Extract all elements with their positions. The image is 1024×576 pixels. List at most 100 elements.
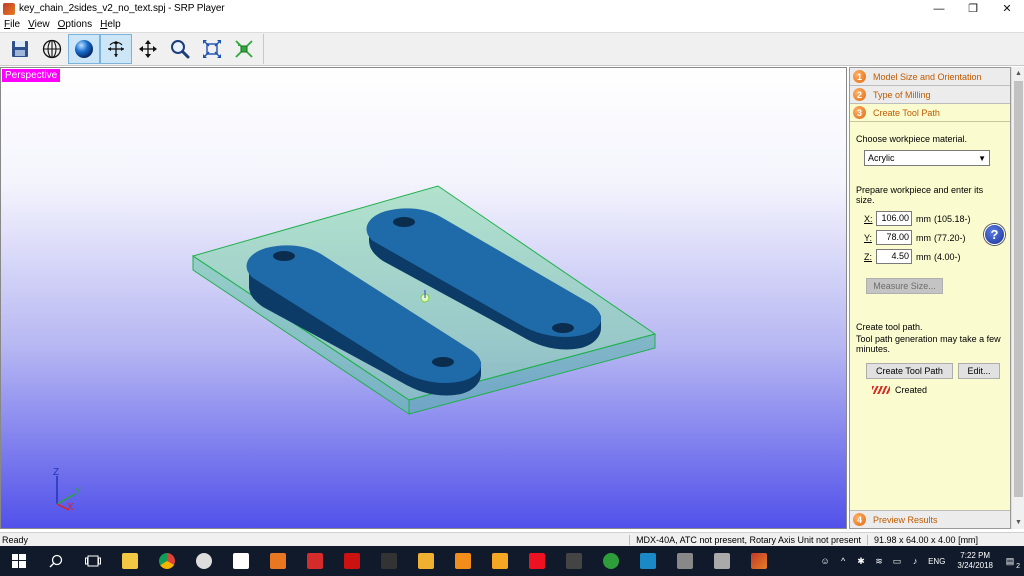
menu-file[interactable]: File bbox=[4, 19, 20, 30]
keychain-hole bbox=[273, 251, 295, 261]
minimize-button[interactable]: — bbox=[922, 0, 956, 17]
measure-size-button[interactable]: Measure Size... bbox=[866, 278, 943, 294]
dim-ref-y: (77.20-) bbox=[934, 232, 966, 243]
taskbar-app-12[interactable] bbox=[592, 546, 629, 576]
material-select[interactable]: Acrylic ▼ bbox=[864, 150, 990, 166]
folder-icon bbox=[121, 553, 138, 569]
wireframe-globe-icon bbox=[42, 39, 62, 59]
taskbar-app-1[interactable] bbox=[185, 546, 222, 576]
dim-row-z: Z: 4.50 mm (4.00-) bbox=[864, 247, 1004, 266]
start-button[interactable] bbox=[0, 546, 37, 576]
step-model-size[interactable]: 1 Model Size and Orientation bbox=[850, 68, 1010, 86]
chevron-up-icon[interactable]: ^ bbox=[837, 555, 849, 567]
help-button[interactable]: ? bbox=[984, 224, 1005, 245]
task-view-button[interactable] bbox=[74, 546, 111, 576]
volume-icon[interactable]: ♪ bbox=[909, 555, 921, 567]
step-create-tool-path[interactable]: 3 Create Tool Path bbox=[850, 104, 1010, 122]
taskbar-app-srp[interactable] bbox=[740, 546, 777, 576]
app-icon bbox=[380, 553, 397, 569]
restore-button[interactable]: ❐ bbox=[956, 0, 990, 17]
dimension-fields: X: 106.00 mm (105.18-) Y: 78.00 mm (77.2… bbox=[856, 209, 1004, 266]
taskbar-search[interactable] bbox=[37, 546, 74, 576]
step-content: Choose workpiece material. Acrylic ▼ Pre… bbox=[850, 134, 1010, 395]
toolpath-status-text: Created bbox=[895, 385, 928, 395]
taskbar-app-13[interactable] bbox=[629, 546, 666, 576]
panel-scrollbar[interactable]: ▲ ▼ bbox=[1011, 67, 1024, 529]
dim-input-x[interactable]: 106.00 bbox=[876, 211, 912, 226]
taskbar-app-2[interactable] bbox=[222, 546, 259, 576]
task-view-icon bbox=[84, 555, 101, 567]
pan-button[interactable] bbox=[132, 34, 164, 64]
status-bar: Ready MDX-40A, ATC not present, Rotary A… bbox=[0, 532, 1024, 546]
chevron-down-icon: ▼ bbox=[978, 153, 986, 163]
network-icon[interactable]: ≋ bbox=[873, 555, 885, 567]
toolpath-note: Tool path generation may take a few minu… bbox=[856, 334, 1001, 354]
app-icon bbox=[417, 553, 434, 569]
taskbar-app-6[interactable] bbox=[370, 546, 407, 576]
toolpath-actions: Create Tool Path Edit... bbox=[866, 363, 1004, 379]
keychain-hole bbox=[432, 357, 454, 367]
3d-viewport[interactable]: Perspective Z Y X bbox=[0, 67, 847, 529]
taskbar: ☺ ^ ✱ ≋ ▭ ♪ ENG 7:22 PM 3/24/2018 ▤ 2 bbox=[0, 546, 1024, 576]
title-bar: key_chain_2sides_v2_no_text.spj - SRP Pl… bbox=[0, 0, 1024, 17]
material-prompt: Choose workpiece material. bbox=[856, 134, 968, 144]
fit-view-icon bbox=[203, 40, 221, 58]
taskbar-app-9[interactable] bbox=[481, 546, 518, 576]
step-preview-results[interactable]: 4 Preview Results bbox=[850, 510, 1010, 528]
axis-triad: Z Y X bbox=[53, 467, 81, 513]
dim-input-z[interactable]: 4.50 bbox=[876, 249, 912, 264]
axis-label-y: Y bbox=[75, 486, 81, 496]
dim-unit: mm bbox=[916, 232, 931, 243]
menu-help[interactable]: Help bbox=[100, 19, 121, 30]
toolpath-status: Created bbox=[872, 385, 1004, 395]
menu-view[interactable]: View bbox=[28, 19, 50, 30]
step-number-badge: 4 bbox=[853, 513, 866, 526]
menu-options[interactable]: Options bbox=[58, 19, 92, 30]
step-number-badge: 1 bbox=[853, 70, 866, 83]
scroll-down-icon[interactable]: ▼ bbox=[1012, 516, 1024, 529]
language-indicator[interactable]: ENG bbox=[928, 557, 945, 566]
scroll-thumb[interactable] bbox=[1014, 81, 1023, 497]
dim-label-y: Y: bbox=[864, 232, 873, 243]
dim-label-x: X: bbox=[864, 213, 873, 224]
taskbar-app-7[interactable] bbox=[407, 546, 444, 576]
taskbar-app-explorer[interactable] bbox=[111, 546, 148, 576]
dim-row-x: X: 106.00 mm (105.18-) bbox=[864, 209, 1004, 228]
shaded-sphere-icon bbox=[75, 40, 93, 58]
app-icon bbox=[306, 553, 323, 569]
taskbar-app-14[interactable] bbox=[666, 546, 703, 576]
windows-logo-icon bbox=[11, 554, 26, 568]
window-title: key_chain_2sides_v2_no_text.spj - SRP Pl… bbox=[19, 3, 225, 14]
taskbar-app-15[interactable] bbox=[703, 546, 740, 576]
battery-icon[interactable]: ▭ bbox=[891, 555, 903, 567]
save-button[interactable] bbox=[4, 34, 36, 64]
taskbar-app-4[interactable] bbox=[296, 546, 333, 576]
dim-input-y[interactable]: 78.00 bbox=[876, 230, 912, 245]
taskbar-app-10[interactable] bbox=[518, 546, 555, 576]
fit-view-button[interactable] bbox=[196, 34, 228, 64]
wireframe-view-button[interactable] bbox=[36, 34, 68, 64]
taskbar-app-3[interactable] bbox=[259, 546, 296, 576]
step-type-of-milling[interactable]: 2 Type of Milling bbox=[850, 86, 1010, 104]
bluetooth-icon[interactable]: ✱ bbox=[855, 555, 867, 567]
create-tool-path-button[interactable]: Create Tool Path bbox=[866, 363, 953, 379]
taskbar-app-8[interactable] bbox=[444, 546, 481, 576]
notification-icon[interactable]: ▤ 2 bbox=[1004, 555, 1020, 571]
taskbar-app-5[interactable] bbox=[333, 546, 370, 576]
rotate-button[interactable] bbox=[100, 34, 132, 64]
clock[interactable]: 7:22 PM 3/24/2018 bbox=[957, 551, 993, 571]
zoom-button[interactable] bbox=[164, 34, 196, 64]
toolpath-hatch-icon bbox=[872, 386, 890, 394]
app-icon bbox=[269, 553, 286, 569]
taskbar-app-11[interactable] bbox=[555, 546, 592, 576]
taskbar-app-chrome[interactable] bbox=[148, 546, 185, 576]
edit-button[interactable]: Edit... bbox=[958, 363, 1000, 379]
close-button[interactable]: ✕ bbox=[990, 0, 1024, 17]
shaded-view-button[interactable] bbox=[68, 34, 100, 64]
step-label: Preview Results bbox=[873, 514, 938, 525]
scroll-up-icon[interactable]: ▲ bbox=[1012, 67, 1024, 80]
save-icon bbox=[12, 41, 28, 57]
axis-label-z: Z bbox=[53, 467, 59, 478]
people-icon[interactable]: ☺ bbox=[819, 555, 831, 567]
zoom-extents-button[interactable] bbox=[228, 34, 260, 64]
